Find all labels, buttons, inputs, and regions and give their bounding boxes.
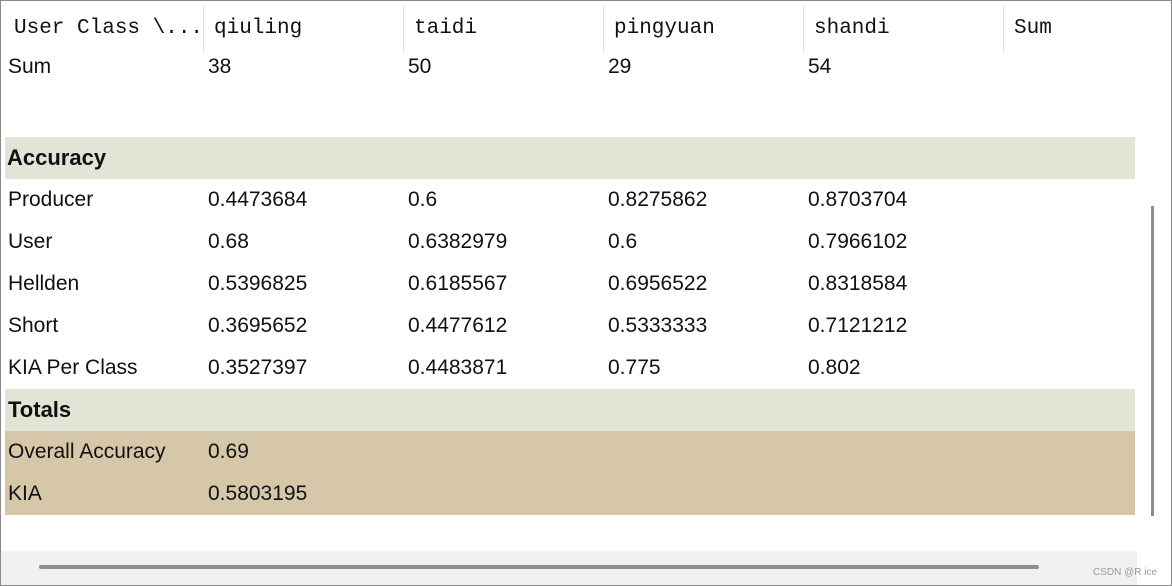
cell-value: 0.6382979 bbox=[408, 230, 508, 253]
table-row: Producer 0.4473684 0.6 0.8275862 0.87037… bbox=[5, 179, 1135, 221]
row-label: Producer bbox=[8, 188, 94, 211]
cell-value: 38 bbox=[208, 55, 232, 78]
row-label: Overall Accuracy bbox=[8, 440, 166, 463]
row-label: Sum bbox=[8, 55, 52, 78]
cell-value: 0.6956522 bbox=[608, 272, 708, 295]
cell-value: 0.5396825 bbox=[208, 272, 308, 295]
section-header-accuracy: Accuracy bbox=[5, 137, 1135, 179]
table-row: Hellden 0.5396825 0.6185567 0.6956522 0.… bbox=[5, 263, 1135, 305]
table-row: KIA 0.5803195 bbox=[5, 473, 1135, 515]
cell-value: 0.8703704 bbox=[808, 188, 908, 211]
cell-value: 0.3527397 bbox=[208, 356, 308, 379]
row-label: Short bbox=[8, 314, 59, 337]
cell-value: 54 bbox=[808, 55, 832, 78]
table-row: Sum 38 50 29 54 bbox=[5, 46, 1135, 88]
cell-value: 0.8318584 bbox=[808, 272, 908, 295]
row-label: KIA bbox=[8, 482, 42, 505]
cell-value: 0.775 bbox=[608, 356, 661, 379]
row-label: Hellden bbox=[8, 272, 80, 295]
cell-value: 0.5803195 bbox=[208, 482, 308, 505]
cell-value: 0.69 bbox=[208, 440, 249, 463]
vertical-scroll-thumb[interactable] bbox=[1151, 206, 1154, 516]
horizontal-scroll-thumb[interactable] bbox=[39, 565, 1039, 569]
cell-value: 0.802 bbox=[808, 356, 861, 379]
cell-value: 0.8275862 bbox=[608, 188, 708, 211]
cell-value: 0.5333333 bbox=[608, 314, 708, 337]
row-label: KIA Per Class bbox=[8, 356, 138, 379]
vertical-scrollbar[interactable] bbox=[1138, 1, 1171, 585]
cell-value: 0.4473684 bbox=[208, 188, 308, 211]
cell-value: 0.6185567 bbox=[408, 272, 508, 295]
table-row: Overall Accuracy 0.69 bbox=[5, 431, 1135, 473]
cell-value: 0.3695652 bbox=[208, 314, 308, 337]
section-title: Accuracy bbox=[7, 145, 107, 170]
row-label: User bbox=[8, 230, 53, 253]
cell-value: 29 bbox=[608, 55, 632, 78]
cell-value: 0.4483871 bbox=[408, 356, 508, 379]
cell-value: 0.6 bbox=[408, 188, 438, 211]
section-header-totals: Totals bbox=[5, 389, 1135, 431]
watermark: CSDN @R ice bbox=[1093, 567, 1158, 578]
section-title: Totals bbox=[8, 397, 72, 422]
cell-value: 0.7966102 bbox=[808, 230, 908, 253]
cell-value: 50 bbox=[408, 55, 432, 78]
cell-value: 0.7121212 bbox=[808, 314, 908, 337]
cell-value: 0.4477612 bbox=[408, 314, 508, 337]
table-row: Short 0.3695652 0.4477612 0.5333333 0.71… bbox=[5, 305, 1135, 347]
table-row: KIA Per Class 0.3527397 0.4483871 0.775 … bbox=[5, 347, 1135, 389]
accuracy-report-window: User Class \... qiuling taidi pingyuan s… bbox=[0, 0, 1172, 586]
cell-value: 0.6 bbox=[608, 230, 638, 253]
cell-value: 0.68 bbox=[208, 230, 249, 253]
table-row: User 0.68 0.6382979 0.6 0.7966102 bbox=[5, 221, 1135, 263]
